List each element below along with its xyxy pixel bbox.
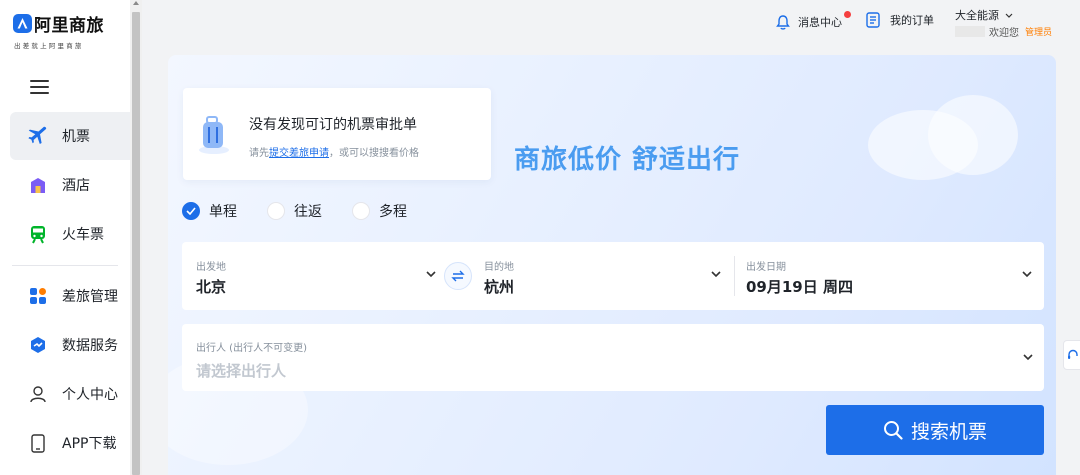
notice-title: 没有发现可订的机票审批单 [249, 117, 417, 133]
notice-suffix: ，或可以搜搜看价格 [329, 148, 419, 159]
train-icon [28, 224, 48, 244]
phone-icon [28, 433, 48, 453]
logo-name: 阿里商旅 [34, 16, 104, 36]
sidebar-item-profile[interactable]: 个人中心 [10, 370, 130, 418]
sidebar-item-label: 火车票 [62, 227, 104, 243]
search-icon [883, 420, 903, 440]
luggage-icon [197, 114, 231, 158]
company-name: 大全能源 [955, 9, 999, 22]
traveler-label: 出行人 (出行人不可变更) [196, 343, 307, 354]
swap-icon [451, 270, 465, 282]
unread-badge [844, 11, 851, 18]
orders-icon [866, 12, 880, 28]
scrollbar-thumb[interactable] [132, 12, 140, 475]
destination-value: 杭州 [484, 278, 515, 296]
radio-unchecked-icon [352, 202, 370, 220]
departure-date-field[interactable]: 出发日期 09月19日 周四 [735, 242, 1044, 310]
company-switcher[interactable]: 大全能源 [955, 7, 1013, 23]
hotel-icon [28, 175, 48, 195]
grid-icon [28, 286, 48, 306]
customer-service-button[interactable] [1063, 340, 1080, 370]
user-info: 欢迎您 管理员 [955, 24, 1052, 39]
trip-type-one-way[interactable]: 单程 [182, 201, 237, 221]
sidebar-item-app-download[interactable]: APP下载 [10, 419, 130, 467]
trip-type-label: 单程 [209, 204, 237, 220]
scroll-up-icon[interactable] [133, 1, 139, 5]
sidebar-item-data[interactable]: 数据服务 [10, 321, 130, 369]
cloud-decoration [928, 95, 1018, 175]
chevron-down-icon [711, 271, 721, 278]
approval-notice: 没有发现可订的机票审批单 请先提交差旅申请，或可以搜搜看价格 [183, 88, 491, 180]
my-orders-link[interactable]: 我的订单 [866, 12, 934, 28]
sidebar-item-label: APP下载 [62, 436, 117, 452]
bell-icon [776, 14, 790, 30]
sidebar-item-label: 个人中心 [62, 387, 118, 403]
headset-icon [1068, 349, 1078, 359]
sidebar-item-label: 差旅管理 [62, 289, 118, 305]
logo-icon [13, 14, 32, 33]
chevron-down-icon [426, 271, 436, 278]
slogan: 商旅低价 舒适出行 [514, 145, 741, 175]
message-center-link[interactable]: 消息中心 [776, 14, 842, 30]
traveler-placeholder: 请选择出行人 [196, 362, 287, 380]
sidebar-item-label: 酒店 [62, 178, 90, 194]
search-flights-button[interactable]: 搜索机票 [826, 405, 1044, 455]
trip-type-round-trip[interactable]: 往返 [267, 201, 322, 221]
search-button-label: 搜索机票 [910, 420, 987, 443]
data-icon [28, 335, 48, 355]
radio-checked-icon [182, 202, 200, 220]
sidebar-item-travel-management[interactable]: 差旅管理 [10, 272, 130, 320]
swap-cities-button[interactable] [444, 262, 472, 290]
role-badge: 管理员 [1025, 28, 1053, 38]
traveler-select[interactable]: 出行人 (出行人不可变更) 请选择出行人 [182, 324, 1044, 391]
divider [12, 265, 118, 266]
sidebar-scrollbar[interactable] [130, 0, 142, 475]
notice-subtitle: 请先提交差旅申请，或可以搜搜看价格 [249, 144, 419, 159]
trip-type-label: 往返 [294, 204, 322, 220]
sidebar: 阿里商旅 出差就上阿里商旅 机票 酒店 火车票 差旅管理 数据服务 个人中心 A… [0, 0, 130, 475]
sidebar-item-train[interactable]: 火车票 [10, 210, 130, 258]
sidebar-item-label: 数据服务 [62, 338, 118, 354]
submit-travel-request-link[interactable]: 提交差旅申请 [269, 148, 329, 159]
departure-value: 北京 [196, 278, 227, 296]
chevron-down-icon [1023, 354, 1033, 361]
trip-type-label: 多程 [379, 204, 407, 220]
plane-icon [28, 126, 48, 146]
chevron-down-icon [1022, 271, 1032, 278]
departure-date-label: 出发日期 [746, 262, 786, 273]
destination-field[interactable]: 目的地 杭州 [472, 242, 734, 310]
departure-date-value: 09月19日 周四 [746, 278, 853, 296]
trip-type-multi-city[interactable]: 多程 [352, 201, 407, 221]
menu-toggle-icon[interactable] [30, 80, 49, 94]
radio-unchecked-icon [267, 202, 285, 220]
sidebar-item-hotel[interactable]: 酒店 [10, 161, 130, 209]
welcome-text: 欢迎您 [989, 28, 1019, 39]
user-name-masked [955, 26, 985, 37]
my-orders-label: 我的订单 [890, 14, 934, 27]
notice-prefix: 请先 [249, 148, 269, 159]
message-center-label: 消息中心 [798, 16, 842, 29]
flight-booking-panel: 没有发现可订的机票审批单 请先提交差旅申请，或可以搜搜看价格 商旅低价 舒适出行… [168, 55, 1056, 475]
departure-label: 出发地 [196, 262, 226, 273]
trip-type-selector: 单程 往返 多程 [182, 201, 437, 221]
sidebar-item-label: 机票 [62, 129, 90, 145]
chevron-down-icon [1005, 13, 1013, 18]
logo-tagline: 出差就上阿里商旅 [14, 42, 84, 50]
departure-field[interactable]: 出发地 北京 [182, 242, 444, 310]
sidebar-item-flights[interactable]: 机票 [10, 112, 130, 160]
user-icon [28, 384, 48, 404]
route-search-row: 出发地 北京 目的地 杭州 出发日期 09月19日 周四 [182, 242, 1044, 310]
logo[interactable]: 阿里商旅 出差就上阿里商旅 [13, 11, 104, 50]
destination-label: 目的地 [484, 262, 514, 273]
